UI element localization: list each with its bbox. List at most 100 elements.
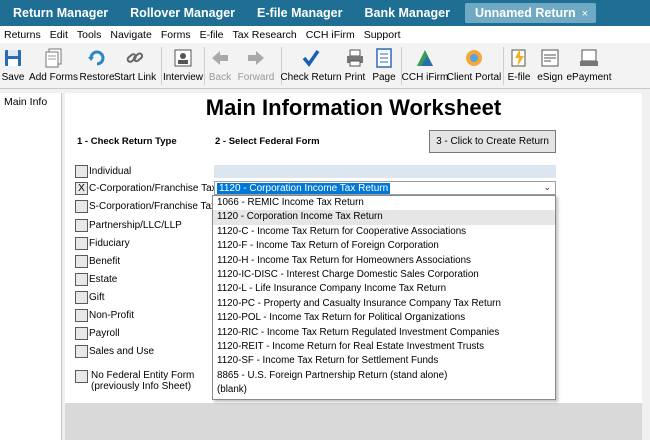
tab-unnamed-return[interactable]: Unnamed Return × <box>464 3 597 23</box>
return-type-non-profit[interactable]: Non-Profit <box>75 309 134 322</box>
tab-efile-manager[interactable]: E-file Manager <box>246 0 353 26</box>
add-forms-label: Add Forms <box>29 72 78 83</box>
dropdown-option-1120-reit[interactable]: 1120-REIT - Income Return for Real Estat… <box>213 340 555 354</box>
menu-tools[interactable]: Tools <box>73 29 107 41</box>
arrow-left-icon <box>209 47 231 69</box>
menu-efile[interactable]: E-file <box>196 29 229 41</box>
tab-unnamed-return-label: Unnamed Return <box>474 6 576 20</box>
save-label: Save <box>1 72 25 83</box>
menu-forms[interactable]: Forms <box>157 29 196 41</box>
add-forms-button[interactable]: Add Forms <box>26 43 81 89</box>
checkbox[interactable] <box>75 327 88 340</box>
return-type-individual[interactable]: Individual <box>75 165 131 178</box>
dropdown-option-1120-c[interactable]: 1120-C - Income Tax Return for Cooperati… <box>213 225 555 239</box>
checkbox[interactable] <box>75 219 88 232</box>
tab-rollover-manager[interactable]: Rollover Manager <box>119 0 246 26</box>
dropdown-option-blank[interactable]: (blank) <box>213 383 555 397</box>
dropdown-option-1120-ic-disc[interactable]: 1120-IC-DISC - Interest Charge Domestic … <box>213 268 555 282</box>
restore-icon <box>86 47 108 69</box>
start-link-button[interactable]: Start Link <box>113 43 157 89</box>
federal-form-select[interactable]: 1120 - Corporation Income Tax Return ⌄ <box>214 181 556 195</box>
dropdown-option-1120-pol[interactable]: 1120-POL - Income Tax Return for Politic… <box>213 311 555 325</box>
checkbox[interactable] <box>75 200 88 213</box>
arrow-right-icon <box>245 47 267 69</box>
page-button[interactable]: Page <box>370 43 398 89</box>
tree-item-main-info[interactable]: Main Info <box>0 93 61 108</box>
toolbar: Save Add Forms Restore Start Link Interv… <box>0 43 650 89</box>
return-type-no-federal-entity[interactable]: No Federal Entity Form (previously Info … <box>75 370 194 392</box>
return-type-sales-and-use[interactable]: Sales and Use <box>75 345 154 358</box>
start-link-label: Start Link <box>113 72 157 83</box>
return-type-benefit[interactable]: Benefit <box>75 255 120 268</box>
checkbox[interactable] <box>75 291 88 304</box>
checkbox[interactable] <box>75 165 88 178</box>
epayment-label: ePayment <box>566 72 612 83</box>
menu-navigate[interactable]: Navigate <box>106 29 156 41</box>
menu-edit[interactable]: Edit <box>46 29 73 41</box>
return-type-s-corporation[interactable]: S-Corporation/Franchise Tax <box>75 200 216 213</box>
dropdown-option-1120[interactable]: 1120 - Corporation Income Tax Return <box>213 210 555 225</box>
checkbox-label: S-Corporation/Franchise Tax <box>89 201 217 212</box>
worksheet-footer-area <box>65 403 642 440</box>
create-return-button[interactable]: 3 - Click to Create Return <box>429 130 556 153</box>
dropdown-option-1120-h[interactable]: 1120-H - Income Tax Return for Homeowner… <box>213 254 555 268</box>
dropdown-option-8865[interactable]: 8865 - U.S. Foreign Partnership Return (… <box>213 369 555 383</box>
dropdown-option-1120-pc[interactable]: 1120-PC - Property and Casualty Insuranc… <box>213 297 555 311</box>
return-type-c-corporation[interactable]: X C-Corporation/Franchise Tax <box>75 182 217 195</box>
menu-bar: Returns Edit Tools Navigate Forms E-file… <box>0 26 650 43</box>
interview-button[interactable]: Interview <box>162 43 204 89</box>
print-button[interactable]: Print <box>340 43 370 89</box>
client-portal-icon <box>463 47 485 69</box>
save-button[interactable]: Save <box>0 43 26 89</box>
tab-bank-manager[interactable]: Bank Manager <box>353 0 460 26</box>
dropdown-option-1066[interactable]: 1066 - REMIC Income Tax Return <box>213 196 555 210</box>
menu-returns[interactable]: Returns <box>0 29 46 41</box>
checkbox[interactable] <box>75 255 88 268</box>
checkbox[interactable]: X <box>75 182 88 195</box>
federal-form-blank-field[interactable] <box>214 165 556 178</box>
tab-return-manager[interactable]: Return Manager <box>2 0 119 26</box>
checkbox-label: Gift <box>89 292 105 303</box>
dropdown-option-1120-l[interactable]: 1120-L - Life Insurance Company Income T… <box>213 282 555 296</box>
efile-button[interactable]: E-file <box>504 43 534 89</box>
epayment-button[interactable]: ePayment <box>566 43 612 89</box>
chevron-down-icon[interactable]: ⌄ <box>543 182 551 193</box>
return-type-fiduciary[interactable]: Fiduciary <box>75 237 130 250</box>
return-type-payroll[interactable]: Payroll <box>75 327 120 340</box>
menu-support[interactable]: Support <box>360 29 406 41</box>
return-type-gift[interactable]: Gift <box>75 291 105 304</box>
interview-icon <box>172 47 194 69</box>
back-button[interactable]: Back <box>205 43 235 89</box>
restore-button[interactable]: Restore <box>80 43 115 89</box>
client-portal-button[interactable]: Client Portal <box>447 43 501 89</box>
close-icon[interactable]: × <box>582 8 588 20</box>
checkbox[interactable] <box>75 370 88 383</box>
check-return-label: Check Return <box>280 72 342 83</box>
forward-label: Forward <box>237 72 275 83</box>
check-return-button[interactable]: Check Return <box>280 43 342 89</box>
federal-form-dropdown-list[interactable]: 1066 - REMIC Income Tax Return 1120 - Co… <box>212 195 556 400</box>
checkbox-label: Individual <box>89 166 132 177</box>
dropdown-option-1120-sf[interactable]: 1120-SF - Income Tax Return for Settleme… <box>213 354 555 368</box>
return-type-estate[interactable]: Estate <box>75 273 117 286</box>
printer-icon <box>344 47 366 69</box>
cch-ifirm-label: CCH iFirm <box>401 72 449 83</box>
checkbox[interactable] <box>75 309 88 322</box>
checkbox[interactable] <box>75 237 88 250</box>
checkbox-label: Partnership/LLC/LLP <box>89 220 182 231</box>
checkbox[interactable] <box>75 345 88 358</box>
dropdown-option-1120-f[interactable]: 1120-F - Income Tax Return of Foreign Co… <box>213 239 555 253</box>
checkbox-label: C-Corporation/Franchise Tax <box>89 183 217 194</box>
section-check-return-type: 1 - Check Return Type <box>77 136 177 147</box>
return-type-partnership[interactable]: Partnership/LLC/LLP <box>75 219 182 232</box>
menu-cch-ifirm[interactable]: CCH iFirm <box>302 29 360 41</box>
page-label: Page <box>372 72 396 83</box>
add-forms-icon <box>43 47 65 69</box>
page-title: Main Information Worksheet <box>205 95 502 120</box>
forward-button[interactable]: Forward <box>235 43 277 89</box>
esign-button[interactable]: eSign <box>534 43 566 89</box>
cch-ifirm-button[interactable]: CCH iFirm <box>402 43 448 89</box>
menu-tax-research[interactable]: Tax Research <box>229 29 302 41</box>
dropdown-option-1120-ric[interactable]: 1120-RIC - Income Tax Return Regulated I… <box>213 326 555 340</box>
checkbox[interactable] <box>75 273 88 286</box>
